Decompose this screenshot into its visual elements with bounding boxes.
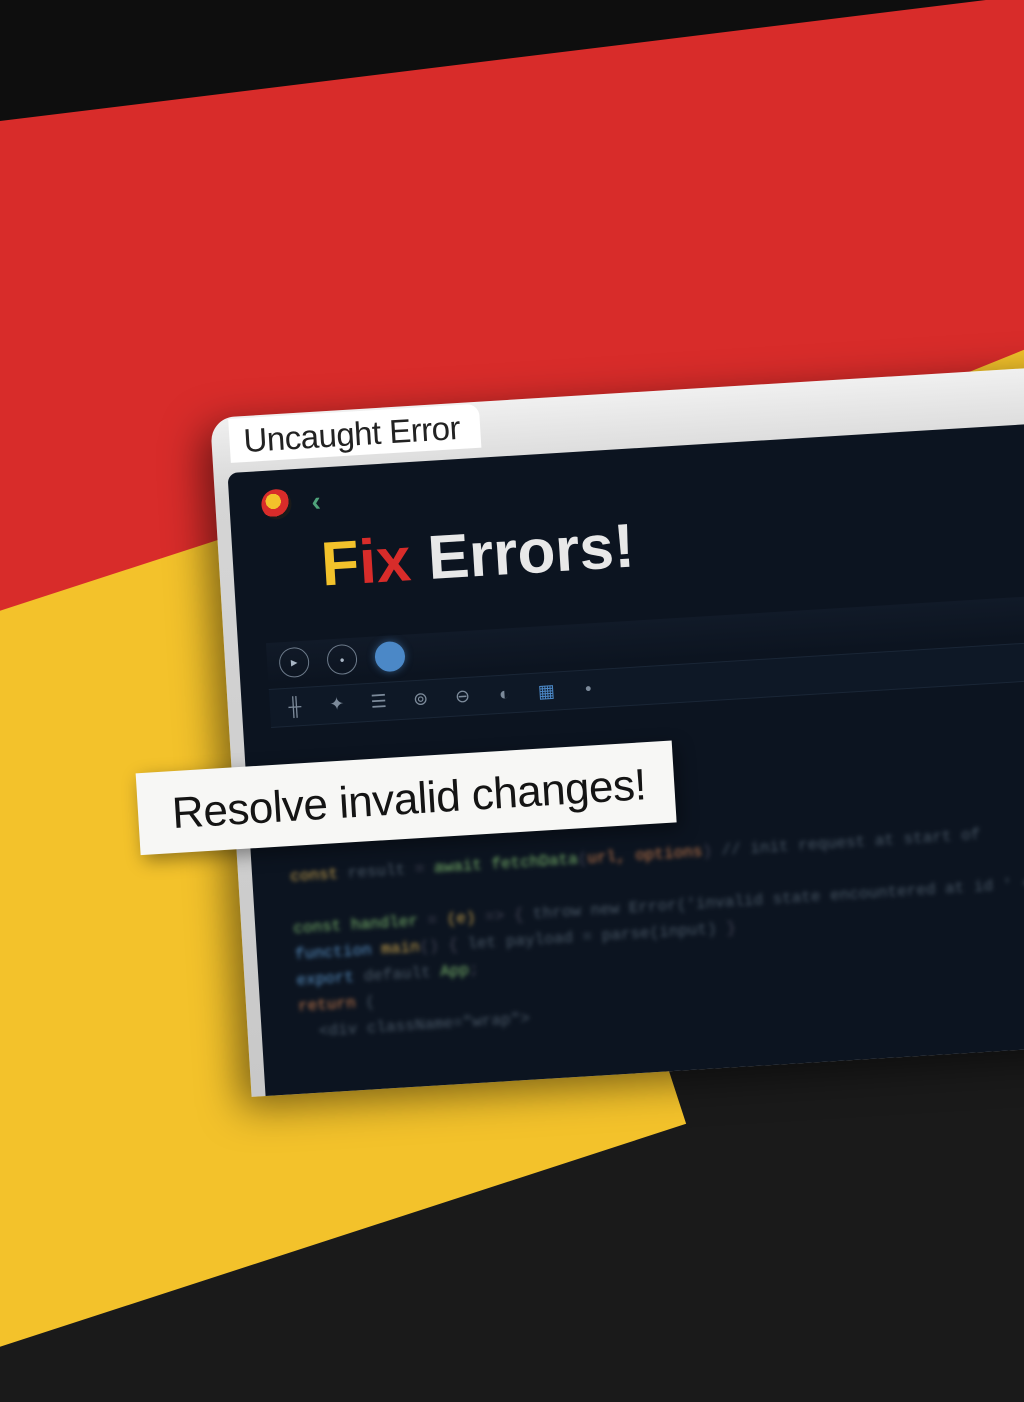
- tool-icon-7[interactable]: ▦: [535, 680, 558, 702]
- tool-icon-4[interactable]: ⊚: [409, 688, 432, 710]
- headline-part-f: F: [319, 528, 361, 599]
- window-tab-title: Uncaught Error: [242, 409, 461, 459]
- tool-icon-6[interactable]: ◐: [493, 683, 516, 705]
- headline-part-ix: ix: [357, 525, 413, 597]
- tool-icon-5[interactable]: ⊖: [451, 686, 474, 708]
- tool-icon-2[interactable]: ✦: [325, 693, 348, 715]
- headline: Fix Errors!: [319, 511, 636, 601]
- back-icon[interactable]: ‹: [310, 486, 321, 519]
- headline-suffix: Errors!: [409, 512, 637, 595]
- tool-icon-1[interactable]: ╫: [283, 696, 306, 718]
- tool-icon-3[interactable]: ☰: [367, 691, 390, 713]
- control-dot-1[interactable]: •: [326, 644, 358, 676]
- monitor-frame: Uncaught Error ‹ Fix Errors! ▸ • ╫ ✦ ☰ ⊚…: [210, 363, 1024, 1097]
- window-content: ‹ Fix Errors! ▸ • ╫ ✦ ☰ ⊚ ⊖ ◐ ▦ • Resolv…: [227, 420, 1024, 1096]
- app-logo-icon: [261, 488, 293, 520]
- control-button-active[interactable]: [374, 641, 406, 673]
- resolve-banner-text: Resolve invalid changes!: [171, 760, 648, 838]
- control-button-1[interactable]: ▸: [278, 647, 310, 679]
- tool-icon-8[interactable]: •: [577, 678, 600, 700]
- code-editor[interactable]: const result = await fetchData(url, opti…: [279, 813, 1024, 1094]
